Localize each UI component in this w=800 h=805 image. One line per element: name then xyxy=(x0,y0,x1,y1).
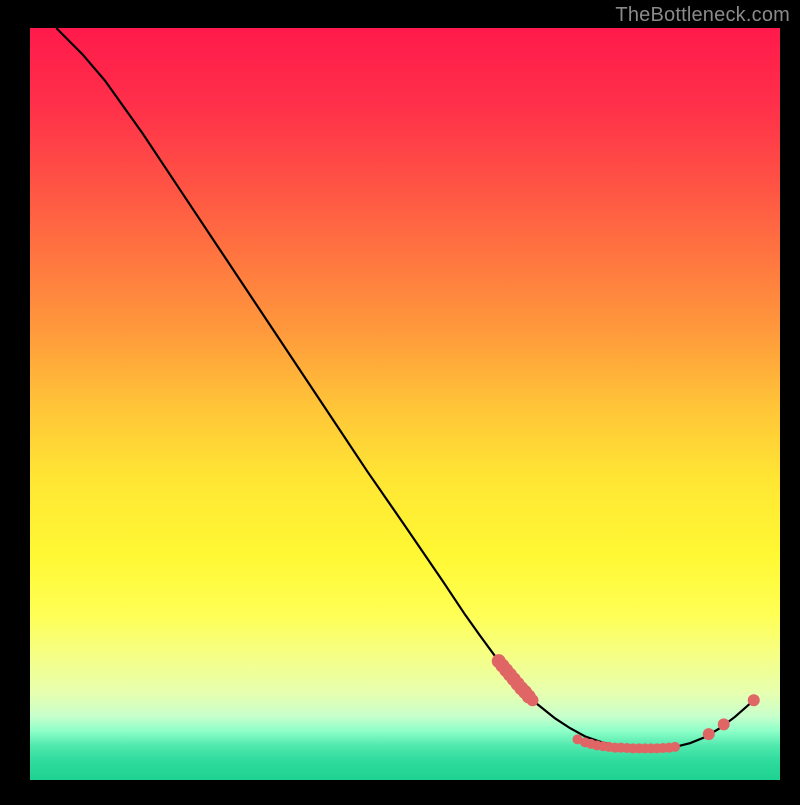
data-marker xyxy=(718,718,730,730)
chart-svg xyxy=(0,0,800,800)
data-marker xyxy=(527,694,539,706)
data-marker xyxy=(670,742,680,752)
bottleneck-chart: TheBottleneck.com xyxy=(0,0,800,800)
plot-background xyxy=(30,28,780,780)
data-marker xyxy=(703,728,715,740)
watermark-text: TheBottleneck.com xyxy=(615,4,790,27)
data-marker xyxy=(748,694,760,706)
